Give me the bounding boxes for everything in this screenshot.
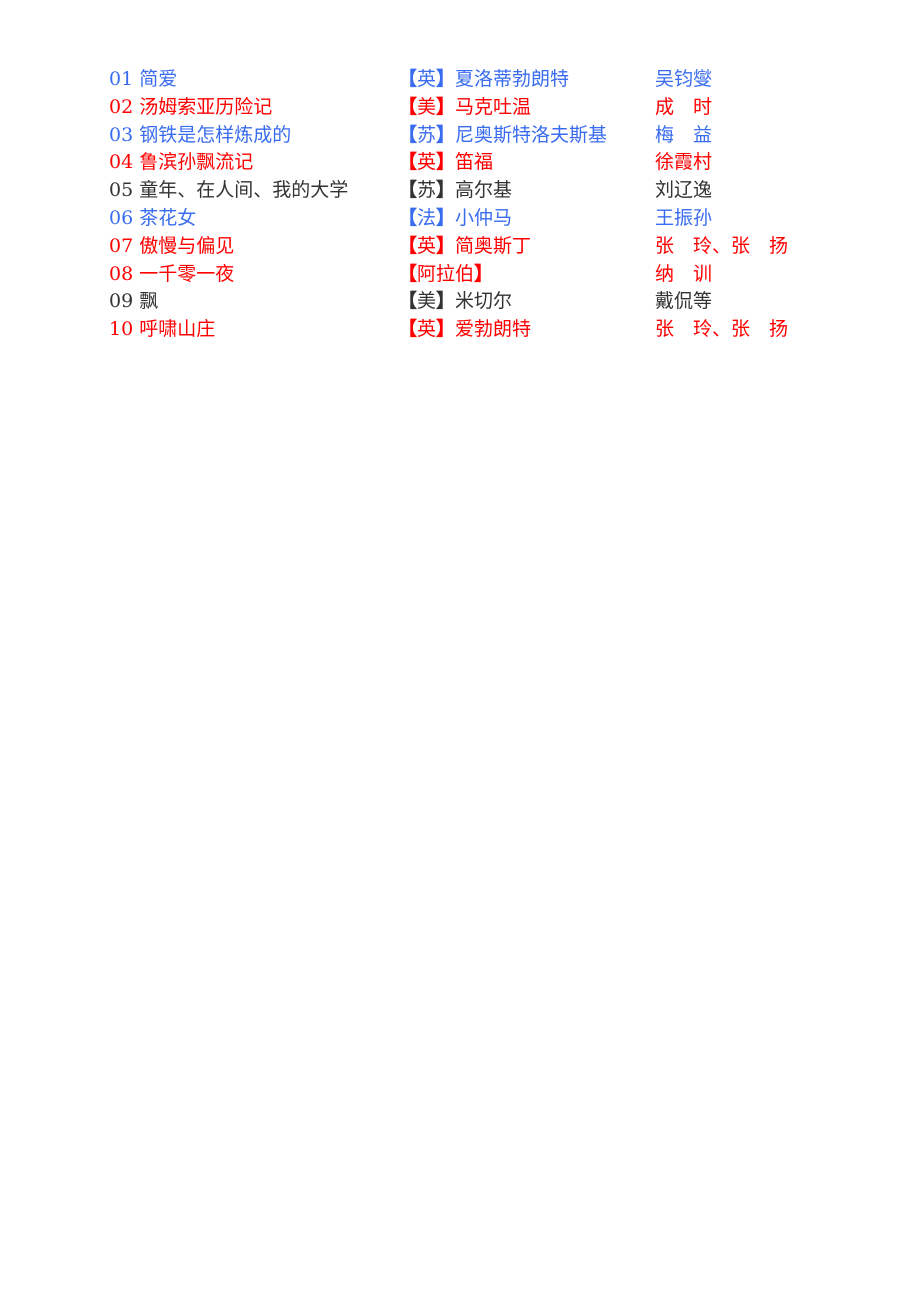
author-name: 高尔基 [455, 179, 513, 202]
bracket-close: 】 [436, 318, 456, 341]
book-translator: 徐霞村 [655, 151, 713, 174]
author-name: 爱勃朗特 [455, 318, 532, 341]
book-author-cell: 【苏】尼奥斯特洛夫斯基 [398, 122, 607, 150]
bracket-open: 【 [398, 123, 418, 146]
book-translator: 成 时 [655, 95, 713, 118]
book-translator: 梅 益 [655, 123, 713, 146]
bracket-open: 【 [398, 290, 418, 313]
bracket-close: 】 [436, 179, 456, 202]
author-name: 马克吐温 [455, 95, 532, 118]
author-country: 苏 [417, 179, 437, 202]
book-number: 03 [109, 123, 134, 146]
bracket-open: 【 [398, 151, 418, 174]
bracket-open: 【 [398, 234, 418, 257]
book-title: 汤姆索亚历险记 [139, 95, 273, 118]
bracket-close: 】 [436, 123, 456, 146]
book-title-cell: 01 简爱 [109, 66, 177, 94]
book-number: 05 [109, 179, 134, 202]
bracket-open: 【 [398, 262, 418, 285]
book-title-cell: 10 呼啸山庄 [109, 316, 215, 344]
book-author-cell: 【英】笛福 [398, 149, 493, 177]
book-title: 傲慢与偏见 [139, 234, 235, 257]
book-number: 08 [109, 262, 134, 285]
book-translator: 张 玲、张 扬 [655, 234, 789, 257]
book-translator: 戴侃等 [655, 290, 713, 313]
book-author-cell: 【美】马克吐温 [398, 94, 531, 122]
author-name: 尼奥斯特洛夫斯基 [455, 123, 608, 146]
bracket-close: 】 [436, 151, 456, 174]
book-author-cell: 【英】简奥斯丁 [398, 233, 531, 261]
book-author-cell: 【苏】高尔基 [398, 177, 512, 205]
book-title-cell: 07 傲慢与偏见 [109, 233, 234, 261]
bracket-open: 【 [398, 95, 418, 118]
book-author-cell: 【美】米切尔 [398, 288, 512, 316]
bracket-close: 】 [436, 234, 456, 257]
book-translator: 王振孙 [655, 206, 713, 229]
book-title-cell: 03 钢铁是怎样炼成的 [109, 122, 291, 150]
book-number: 10 [109, 318, 134, 341]
book-number: 07 [109, 234, 134, 257]
book-translator: 吴钧燮 [655, 68, 713, 90]
book-title: 飘 [139, 290, 159, 313]
book-author-cell: 【英】爱勃朗特 [398, 316, 531, 344]
book-title: 童年、在人间、我的大学 [139, 179, 349, 202]
book-title-cell: 06 茶花女 [109, 205, 196, 233]
book-title: 呼啸山庄 [139, 318, 216, 341]
author-name: 简奥斯丁 [455, 234, 532, 257]
book-number: 02 [109, 95, 134, 118]
author-country: 美 [417, 95, 437, 118]
book-author-cell: 【法】小仲马 [398, 205, 512, 233]
bracket-open: 【 [398, 318, 418, 341]
author-name: 笛福 [455, 151, 494, 174]
bracket-close: 】 [436, 68, 456, 90]
book-title-cell: 02 汤姆索亚历险记 [109, 94, 272, 122]
author-name: 米切尔 [455, 290, 513, 313]
book-title: 简爱 [139, 68, 178, 90]
author-country: 法 [417, 206, 437, 229]
book-number: 04 [109, 151, 134, 174]
author-country: 英 [417, 234, 437, 257]
bracket-open: 【 [398, 68, 418, 90]
book-number: 06 [109, 206, 134, 229]
book-author-cell: 【阿拉伯】 [398, 261, 493, 289]
author-country: 阿拉伯 [417, 262, 475, 285]
book-number: 01 [109, 68, 134, 90]
book-title: 钢铁是怎样炼成的 [139, 123, 292, 146]
book-title-cell: 09 飘 [109, 288, 158, 316]
book-title-cell: 04 鲁滨孙飘流记 [109, 149, 253, 177]
author-country: 苏 [417, 123, 437, 146]
book-title-cell: 08 一千零一夜 [109, 261, 234, 289]
book-author-cell: 【英】夏洛蒂勃朗特 [398, 66, 569, 94]
bracket-close: 】 [436, 290, 456, 313]
book-number: 09 [109, 290, 134, 313]
author-name: 小仲马 [455, 206, 513, 229]
bracket-close: 】 [474, 262, 494, 285]
book-translator: 张 玲、张 扬 [655, 318, 789, 341]
author-country: 英 [417, 318, 437, 341]
author-country: 美 [417, 290, 437, 313]
bracket-open: 【 [398, 206, 418, 229]
book-translator: 纳 训 [655, 262, 713, 285]
book-translator: 刘辽逸 [655, 179, 713, 202]
book-title-cell: 05 童年、在人间、我的大学 [109, 177, 348, 205]
author-country: 英 [417, 151, 437, 174]
author-name: 夏洛蒂勃朗特 [455, 68, 570, 90]
book-title: 一千零一夜 [139, 262, 235, 285]
bracket-close: 】 [436, 95, 456, 118]
book-title: 鲁滨孙飘流记 [139, 151, 254, 174]
bracket-open: 【 [398, 179, 418, 202]
bracket-close: 】 [436, 206, 456, 229]
author-country: 英 [417, 68, 437, 90]
book-title: 茶花女 [139, 206, 197, 229]
